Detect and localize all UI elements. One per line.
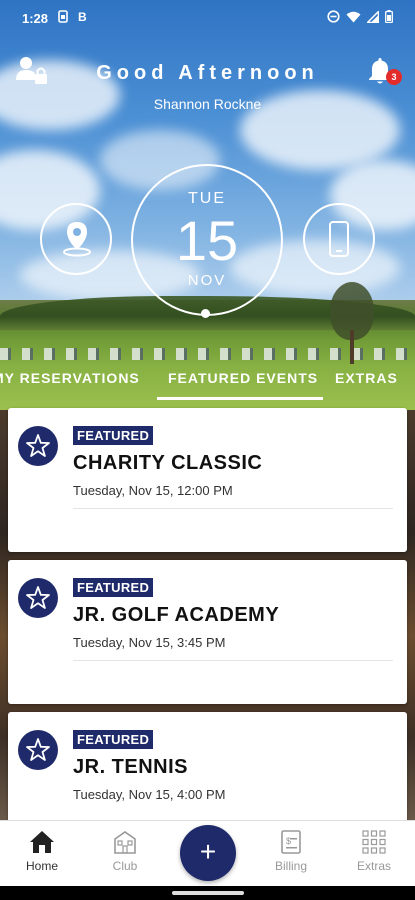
location-pin-icon	[61, 220, 93, 263]
event-datetime: Tuesday, Nov 15, 12:00 PM	[73, 483, 233, 498]
b-icon: B	[78, 10, 87, 24]
app-screen: 1:28 B Good Afternoon Shannon Rockne 3 T…	[0, 0, 415, 900]
event-datetime: Tuesday, Nov 15, 4:00 PM	[73, 787, 226, 802]
tab-featured-events[interactable]: FEATURED EVENTS	[168, 370, 318, 386]
billing-icon: $	[281, 830, 301, 854]
nav-home[interactable]: Home	[7, 821, 77, 887]
card-divider	[73, 508, 393, 509]
greeting-title: Good Afternoon	[96, 62, 319, 84]
status-time: 1:28	[22, 11, 49, 26]
nav-extras-label: Extras	[356, 859, 391, 873]
tab-extras[interactable]: EXTRAS	[335, 370, 398, 386]
phone-button[interactable]	[303, 203, 375, 275]
event-title: JR. TENNIS	[73, 756, 189, 778]
home-gesture-pill[interactable]	[172, 891, 244, 895]
event-datetime: Tuesday, Nov 15, 3:45 PM	[73, 635, 226, 650]
date-weekday: TUE	[188, 190, 226, 207]
nav-billing-label: Billing	[274, 859, 307, 873]
home-icon	[30, 831, 54, 853]
user-name: Shannon Rockne	[153, 96, 262, 112]
tab-my-reservations[interactable]: MY RESERVATIONS	[0, 370, 140, 386]
nav-home-label: Home	[25, 859, 58, 873]
svg-text:$: $	[286, 836, 291, 846]
featured-tag: FEATURED	[73, 578, 154, 597]
status-bar: 1:28 B	[0, 0, 415, 36]
date-day: 15	[175, 209, 239, 272]
dnd-icon	[327, 10, 340, 26]
featured-tag: FEATURED	[73, 426, 154, 445]
add-button[interactable]: +	[180, 825, 236, 881]
clubhouse-icon	[114, 831, 136, 854]
wifi-icon	[346, 11, 361, 26]
featured-tag: FEATURED	[73, 730, 154, 749]
grid-icon	[362, 830, 386, 854]
phone-icon	[328, 221, 350, 262]
nav-club-label: Club	[112, 859, 138, 873]
sim-icon	[58, 10, 68, 26]
date-widget: TUE 15 NOV	[131, 164, 283, 316]
event-card[interactable]: FEATURED CHARITY CLASSIC Tuesday, Nov 15…	[8, 408, 407, 552]
notification-badge: 3	[386, 69, 402, 85]
nav-extras[interactable]: Extras	[339, 821, 409, 887]
star-icon[interactable]	[18, 578, 58, 618]
nav-club[interactable]: Club	[90, 821, 160, 887]
star-icon[interactable]	[18, 730, 58, 770]
active-tab-indicator	[157, 397, 323, 400]
status-right-icons	[327, 9, 393, 26]
date-indicator-dot	[201, 309, 210, 318]
event-title: CHARITY CLASSIC	[73, 452, 263, 474]
event-card[interactable]: FEATURED JR. GOLF ACADEMY Tuesday, Nov 1…	[8, 560, 407, 704]
event-title: JR. GOLF ACADEMY	[73, 604, 280, 626]
card-divider	[73, 660, 393, 661]
tree-trunk	[350, 330, 354, 364]
signal-icon	[365, 9, 380, 26]
event-card[interactable]: FEATURED JR. TENNIS Tuesday, Nov 15, 4:0…	[8, 712, 407, 832]
star-icon[interactable]	[18, 426, 58, 466]
battery-icon	[385, 10, 393, 26]
date-month: NOV	[187, 272, 227, 289]
nav-billing[interactable]: $ Billing	[256, 821, 326, 887]
location-button[interactable]	[40, 203, 112, 275]
